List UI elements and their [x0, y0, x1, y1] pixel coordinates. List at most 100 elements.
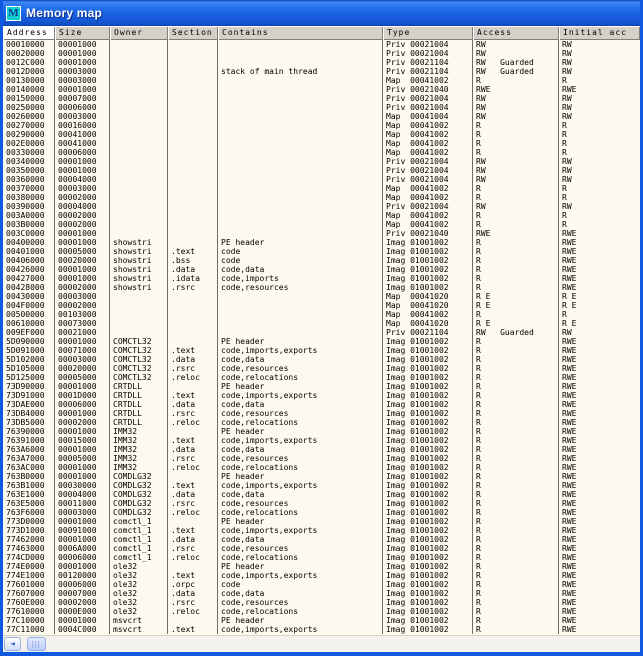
table-row[interactable]: 0015000000007000Priv 00021004RWRW — [3, 94, 640, 103]
table-cell: Map 00041020 — [383, 319, 473, 328]
table-row[interactable]: 73D910000001D000CRTDLL.textcode,imports,… — [3, 391, 640, 400]
table-row[interactable]: 5D09000000001000COMCTL32PE headerImag 01… — [3, 337, 640, 346]
table-cell: Imag 01001002 — [383, 247, 473, 256]
table-row[interactable]: 73DB400000001000CRTDLL.rsrccode,resource… — [3, 409, 640, 418]
table-row[interactable]: 7639000000001000IMM32PE headerImag 01001… — [3, 427, 640, 436]
table-row[interactable]: 0040600000020000showstri.bsscodeImag 010… — [3, 256, 640, 265]
column-header-owner[interactable]: Owner — [110, 26, 168, 40]
table-cell — [110, 229, 168, 238]
table-row[interactable]: 0025000000006000Priv 00021004RWRW — [3, 103, 640, 112]
table-row[interactable]: 0061000000073000Map 00041020R ER E — [3, 319, 640, 328]
table-row[interactable]: 0036000000004000Priv 00021004RWRW — [3, 175, 640, 184]
table-row[interactable]: 004F000000002000Map 00041020R ER E — [3, 301, 640, 310]
table-row[interactable]: 0040000000001000showstriPE headerImag 01… — [3, 238, 640, 247]
table-row[interactable]: 0037000000003000Map 00041002RR — [3, 184, 640, 193]
memory-map-window: M Memory map AddressSizeOwnerSectionCont… — [0, 0, 643, 656]
column-header-initial-acc[interactable]: Initial acc — [559, 26, 640, 40]
table-row[interactable]: 5D10200000003000COMCTL32.datacode,dataIm… — [3, 355, 640, 364]
table-row[interactable]: 763B000000001000COMDLG32PE headerImag 01… — [3, 472, 640, 481]
table-row[interactable]: 0029000000041000Map 00041002RR — [3, 130, 640, 139]
table-row[interactable]: 7760100000006000ole32.orpccodeImag 01001… — [3, 580, 640, 589]
table-row[interactable]: 0013000000003000Map 00041002RR — [3, 76, 640, 85]
table-row[interactable]: 003B000000002000Map 00041002RR — [3, 220, 640, 229]
table-row[interactable]: 763E500000011000COMDLG32.rsrccode,resour… — [3, 499, 640, 508]
table-row[interactable]: 0027000000016000Map 00041002RR — [3, 121, 640, 130]
table-cell: .rsrc — [168, 409, 218, 418]
table-row[interactable]: 73D9000000001000CRTDLLPE headerImag 0100… — [3, 382, 640, 391]
table-row[interactable]: 763A600000001000IMM32.datacode,dataImag … — [3, 445, 640, 454]
table-row[interactable]: 7746200000001000comctl_1.datacode,dataIm… — [3, 535, 640, 544]
table-row[interactable]: 0001000000001000Priv 00021004RWRW — [3, 40, 640, 49]
table-row[interactable]: 774E100000120000ole32.textcode,imports,e… — [3, 571, 640, 580]
memory-map-table-body[interactable]: 0001000000001000Priv 00021004RWRW0002000… — [3, 40, 640, 635]
table-row[interactable]: 763A700000005000IMM32.rsrccode,resources… — [3, 454, 640, 463]
titlebar[interactable]: M Memory map — [3, 0, 640, 26]
table-row[interactable]: 0042800000002000showstri.rsrccode,resour… — [3, 283, 640, 292]
table-cell: Imag 01001002 — [383, 580, 473, 589]
table-row[interactable]: 0039000000004000Priv 00021004RWRW — [3, 202, 640, 211]
table-row[interactable]: 763B100000030000COMDLG32.textcode,import… — [3, 481, 640, 490]
table-cell: R — [473, 535, 559, 544]
table-row[interactable]: 0042700000001000showstri.idatacode,impor… — [3, 274, 640, 283]
table-row[interactable]: 5D12500000005000COMCTL32.reloccode,reloc… — [3, 373, 640, 382]
table-row[interactable]: 0040100000005000showstri.textcodeImag 01… — [3, 247, 640, 256]
table-row[interactable]: 0050000000103000Map 00041002RR — [3, 310, 640, 319]
table-row[interactable]: 0035000000001000Priv 00021004RWRW — [3, 166, 640, 175]
column-header-contains[interactable]: Contains — [218, 26, 383, 40]
table-cell: .orpc — [168, 580, 218, 589]
table-cell: RWE — [559, 391, 640, 400]
horizontal-scrollbar[interactable]: ◄ — [3, 635, 640, 652]
table-row[interactable]: 003A000000002000Map 00041002RR — [3, 211, 640, 220]
table-row[interactable]: 0002000000001000Priv 00021004RWRW — [3, 49, 640, 58]
table-cell: R — [559, 139, 640, 148]
table-cell: 00330000 — [3, 148, 55, 157]
table-row[interactable]: 763AC00000001000IMM32.reloccode,relocati… — [3, 463, 640, 472]
table-row[interactable]: 77C1000000001000msvcrtPE headerImag 0100… — [3, 616, 640, 625]
table-row[interactable]: 7639100000015000IMM32.textcode,imports,e… — [3, 436, 640, 445]
table-row[interactable]: 0033000000006000Map 00041002RR — [3, 148, 640, 157]
table-cell — [168, 328, 218, 337]
table-cell: 00103000 — [55, 310, 110, 319]
table-row[interactable]: 7760E00000002000ole32.rsrccode,resources… — [3, 598, 640, 607]
table-cell: .text — [168, 625, 218, 634]
table-cell: 0012C000 — [3, 58, 55, 67]
table-row[interactable]: 0012C00000001000Priv 00021104RW GuardedR… — [3, 58, 640, 67]
column-header-size[interactable]: Size — [55, 26, 110, 40]
scroll-left-button[interactable]: ◄ — [4, 637, 21, 651]
table-row[interactable]: 763F600000003000COMDLG32.reloccode,reloc… — [3, 508, 640, 517]
table-row[interactable]: 0034000000001000Priv 00021004RWRW — [3, 157, 640, 166]
table-row[interactable]: 7760700000007000ole32.datacode,dataImag … — [3, 589, 640, 598]
table-row[interactable]: 0012D00000003000stack of main threadPriv… — [3, 67, 640, 76]
column-header-access[interactable]: Access — [473, 26, 559, 40]
table-row[interactable]: 0042600000001000showstri.datacode,dataIm… — [3, 265, 640, 274]
table-row[interactable]: 776100000000E000ole32.reloccode,relocati… — [3, 607, 640, 616]
table-row[interactable]: 774CD00000006000comctl_1.reloccode,reloc… — [3, 553, 640, 562]
table-row[interactable]: 73DAE00000006000CRTDLL.datacode,dataImag… — [3, 400, 640, 409]
table-cell: 5D125000 — [3, 373, 55, 382]
table-cell: 00250000 — [3, 103, 55, 112]
table-row[interactable]: 774E000000001000ole32PE headerImag 01001… — [3, 562, 640, 571]
table-row[interactable]: 0038000000002000Map 00041002RR — [3, 193, 640, 202]
column-header-section[interactable]: Section — [168, 26, 218, 40]
table-row[interactable]: 5D09100000071000COMCTL32.textcode,import… — [3, 346, 640, 355]
table-row[interactable]: 5D10500000020000COMCTL32.rsrccode,resour… — [3, 364, 640, 373]
table-row[interactable]: 003C000000001000Priv 00021040RWERWE — [3, 229, 640, 238]
table-row[interactable]: 009EF00000021000Priv 00021104RW GuardedR… — [3, 328, 640, 337]
table-row[interactable]: 0014000000001000Priv 00021040RWERWE — [3, 85, 640, 94]
table-row[interactable]: 002E000000041000Map 00041002RR — [3, 139, 640, 148]
table-row[interactable]: 77C110000004C000msvcrt.textcode,imports,… — [3, 625, 640, 634]
table-row[interactable]: 773D000000001000comctl_1PE headerImag 01… — [3, 517, 640, 526]
table-row[interactable]: 773D100000091000comctl_1.textcode,import… — [3, 526, 640, 535]
table-cell: .text — [168, 391, 218, 400]
table-row[interactable]: 774630000006A000comctl_1.rsrccode,resour… — [3, 544, 640, 553]
table-row[interactable]: 0043000000003000Map 00041020R ER E — [3, 292, 640, 301]
table-cell: 00006000 — [55, 148, 110, 157]
table-row[interactable]: 0026000000003000Map 00041004RWRW — [3, 112, 640, 121]
column-header-type[interactable]: Type — [383, 26, 473, 40]
table-cell: RWE — [559, 481, 640, 490]
table-row[interactable]: 763E100000004000COMDLG32.datacode,dataIm… — [3, 490, 640, 499]
column-header-address[interactable]: Address — [3, 26, 55, 40]
scrollbar-thumb[interactable] — [27, 637, 46, 651]
table-row[interactable]: 73DB500000002000CRTDLL.reloccode,relocat… — [3, 418, 640, 427]
table-cell — [110, 121, 168, 130]
